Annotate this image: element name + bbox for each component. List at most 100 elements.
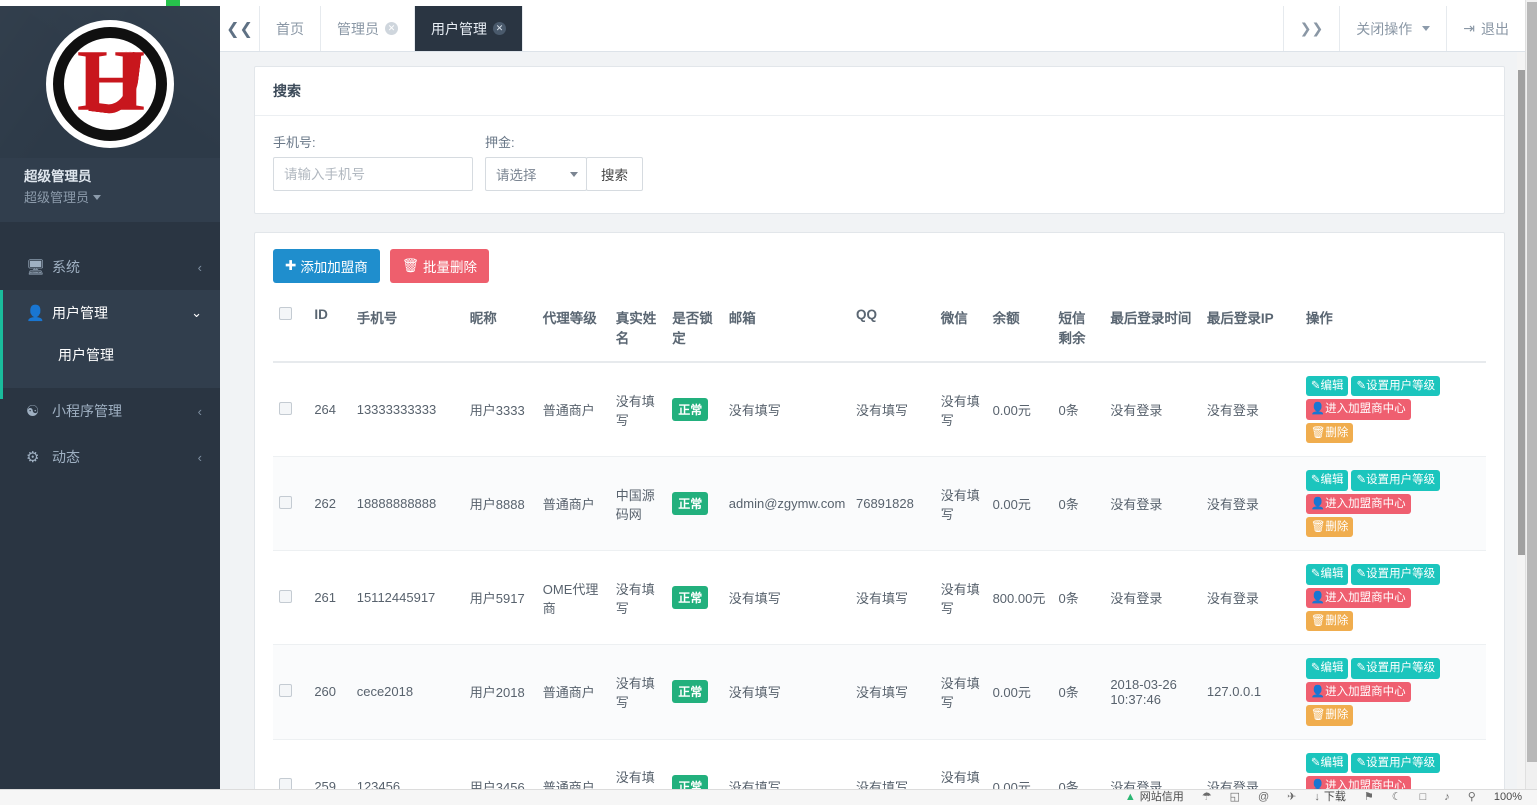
sidebar-user-block[interactable]: 超级管理员 超级管理员 [0, 158, 220, 222]
row-action-set-user-level-button[interactable]: ✎设置用户等级 [1351, 376, 1440, 396]
row-action-enter-franchisee-center-button[interactable]: 👤进入加盟商中心 [1306, 588, 1411, 608]
row-action-edit-button[interactable]: ✎编辑 [1306, 564, 1349, 584]
cell-sms: 0条 [1053, 551, 1105, 645]
row-select-cell[interactable] [273, 645, 308, 739]
row-checkbox[interactable] [279, 778, 292, 789]
sidebar: H 超级管理员 超级管理员 🖥 系统 ‹ 👤 用户管理 [0, 6, 220, 789]
row-action-delete-button[interactable]: 🗑删除 [1306, 517, 1354, 537]
row-select-cell[interactable] [273, 739, 308, 789]
row-select-cell[interactable] [273, 457, 308, 551]
batch-delete-button[interactable]: 🗑 批量删除 [390, 249, 489, 283]
row-action-set-user-level-button[interactable]: ✎设置用户等级 [1351, 753, 1440, 773]
sidebar-item-user-management[interactable]: 👤 用户管理 ⌄ [0, 290, 220, 336]
users-table-head: ID 手机号 昵称 代理等级 真实姓名 是否锁定 邮箱 QQ 微信 余额 短信剩… [273, 297, 1486, 362]
search-phone-input[interactable] [273, 157, 473, 191]
status-item-sound[interactable]: ♪ [1435, 792, 1459, 803]
user-role-dropdown[interactable]: 超级管理员 [24, 188, 220, 208]
tabs-scroll-right-button[interactable]: ❯❯ [1284, 6, 1340, 51]
row-action-set-user-level-button[interactable]: ✎设置用户等级 [1351, 564, 1440, 584]
status-item-umbrella[interactable]: ☂ [1193, 792, 1221, 803]
status-item-chart[interactable]: ◱ [1221, 792, 1249, 803]
row-action-group: ✎编辑✎设置用户等级 👤进入加盟商中心 🗑删除 [1306, 658, 1452, 725]
user-icon: 👤 [26, 304, 52, 322]
row-action-edit-button[interactable]: ✎编辑 [1306, 753, 1349, 773]
sidebar-item-system[interactable]: 🖥 系统 ‹ [0, 244, 220, 290]
chevron-left-icon: ‹ [198, 450, 202, 465]
row-action-label: 删除 [1325, 709, 1348, 721]
double-chevron-left-icon: ❮❮ [226, 19, 253, 39]
search-submit-button[interactable]: 搜索 [586, 157, 643, 191]
chevron-down-icon [93, 195, 101, 200]
cell-phone: 13333333333 [351, 362, 464, 457]
collapse-sidebar-button[interactable]: ❮❮ [220, 6, 260, 51]
row-action-label: 设置用户等级 [1366, 380, 1435, 392]
close-icon[interactable]: ✕ [385, 22, 398, 35]
search-panel: 搜索 手机号: 押金: 请选择 搜索 [254, 66, 1505, 214]
tab-admin[interactable]: 管理员 ✕ [321, 6, 415, 51]
row-action-label: 编辑 [1320, 568, 1343, 580]
col-phone: 手机号 [351, 297, 464, 362]
browser-scrollbar-thumb[interactable] [1527, 2, 1537, 762]
add-franchisee-button[interactable]: ✚ 添加加盟商 [273, 249, 380, 283]
select-all-checkbox[interactable] [279, 307, 292, 320]
row-checkbox[interactable] [279, 402, 292, 415]
row-action-delete-button[interactable]: 🗑删除 [1306, 611, 1354, 631]
cell-locked: 正常 [666, 457, 723, 551]
cell-qq: 没有填写 [850, 362, 935, 457]
close-operations-dropdown[interactable]: 关闭操作 [1340, 6, 1447, 51]
cell-realname: 中国源码网 [610, 457, 667, 551]
status-item-search[interactable]: ⚲ [1459, 792, 1485, 803]
row-checkbox[interactable] [279, 496, 292, 509]
row-action-label: 删除 [1325, 521, 1348, 533]
tab-home[interactable]: 首页 [260, 6, 321, 51]
row-select-cell[interactable] [273, 362, 308, 457]
users-table: ID 手机号 昵称 代理等级 真实姓名 是否锁定 邮箱 QQ 微信 余额 短信剩… [273, 297, 1486, 789]
cell-last-login-time: 没有登录 [1104, 457, 1201, 551]
status-item-moon[interactable]: ☾ [1383, 792, 1411, 803]
row-action-set-user-level-button[interactable]: ✎设置用户等级 [1351, 658, 1440, 678]
sidebar-item-dynamic[interactable]: ⚙ 动态 ‹ [0, 434, 220, 480]
rocket-icon: ✈ [1287, 792, 1296, 803]
row-action-enter-franchisee-center-button[interactable]: 👤进入加盟商中心 [1306, 776, 1411, 789]
col-email: 邮箱 [723, 297, 850, 362]
status-item-rocket[interactable]: ✈ [1278, 792, 1305, 803]
row-action-set-user-level-button[interactable]: ✎设置用户等级 [1351, 470, 1440, 490]
col-nickname: 昵称 [464, 297, 537, 362]
close-icon[interactable]: ✕ [493, 22, 506, 35]
tab-user-management[interactable]: 用户管理 ✕ [415, 6, 523, 51]
logout-button[interactable]: ⇥ 退出 [1447, 6, 1525, 51]
sidebar-item-miniprogram[interactable]: ☯ 小程序管理 ‹ [0, 388, 220, 434]
row-action-enter-franchisee-center-button[interactable]: 👤进入加盟商中心 [1306, 494, 1411, 514]
cell-locked: 正常 [666, 551, 723, 645]
row-action-delete-button[interactable]: 🗑删除 [1306, 423, 1354, 443]
browser-scrollbar[interactable] [1525, 0, 1537, 789]
select-all-header[interactable] [273, 297, 308, 362]
row-action-edit-button[interactable]: ✎编辑 [1306, 376, 1349, 396]
cell-balance: 0.00元 [987, 457, 1053, 551]
row-checkbox[interactable] [279, 684, 292, 697]
row-action-edit-button[interactable]: ✎编辑 [1306, 658, 1349, 678]
edit-icon: ✎ [1356, 757, 1366, 769]
wechat-icon: ☯ [26, 402, 52, 420]
deposit-select[interactable]: 请选择 [485, 157, 587, 191]
search-form: 手机号: 押金: 请选择 搜索 [273, 132, 1486, 191]
row-action-label: 编辑 [1320, 474, 1343, 486]
umbrella-icon: ☂ [1202, 792, 1212, 803]
status-item-window[interactable]: □ [1411, 792, 1436, 803]
row-action-edit-button[interactable]: ✎编辑 [1306, 470, 1349, 490]
row-action-enter-franchisee-center-button[interactable]: 👤进入加盟商中心 [1306, 399, 1411, 419]
status-item-flag[interactable]: ⚑ [1355, 792, 1383, 803]
status-item-at[interactable]: @ [1249, 792, 1278, 803]
status-item-download-arrow[interactable]: ↓下载 [1305, 792, 1355, 803]
topbar-spacer [523, 6, 1284, 51]
row-select-cell[interactable] [273, 551, 308, 645]
cell-wechat: 没有填写 [935, 645, 987, 739]
row-checkbox[interactable] [279, 590, 292, 603]
zoom-level[interactable]: 100% [1485, 792, 1531, 803]
row-action-enter-franchisee-center-button[interactable]: 👤进入加盟商中心 [1306, 682, 1411, 702]
row-action-delete-button[interactable]: 🗑删除 [1306, 705, 1354, 725]
sidebar-subitem-user-management[interactable]: 用户管理 [0, 336, 220, 374]
status-item-shield-check[interactable]: ▲网站信用 [1116, 792, 1193, 803]
table-row: 260cece2018用户2018普通商户没有填写正常没有填写没有填写没有填写0… [273, 645, 1486, 739]
user-plus-icon: 👤 [1311, 592, 1325, 604]
